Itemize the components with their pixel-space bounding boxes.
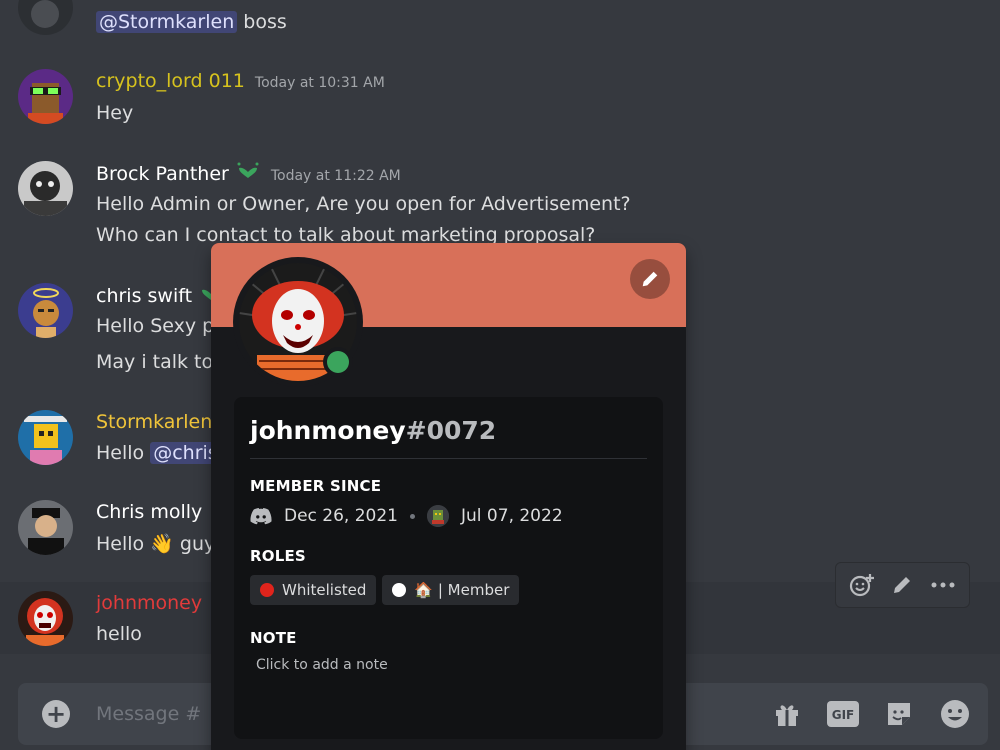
avatar[interactable] (18, 410, 73, 465)
message-text: Hello 👋 guy (96, 533, 216, 555)
username[interactable]: Brock Panther (96, 163, 229, 185)
profile-info-card: johnmoney#0072 MEMBER SINCE Dec 26, 2021… (234, 397, 663, 739)
role-color-dot (260, 583, 274, 597)
avatar[interactable] (18, 0, 73, 35)
user-mention[interactable]: @Stormkarlen (96, 11, 238, 33)
svg-text:GIF: GIF (832, 708, 855, 722)
avatar[interactable] (18, 69, 73, 124)
online-status-icon (323, 347, 353, 377)
separator-dot (410, 513, 416, 519)
member-since-row: Dec 26, 2021 Jul 07, 2022 (250, 505, 647, 527)
message-header: Chris molly (96, 501, 202, 523)
message-text: Hello Sexy p (96, 315, 215, 337)
username[interactable]: Chris molly (96, 501, 202, 523)
timestamp: Today at 11:22 AM (270, 168, 401, 184)
username[interactable]: johnmoney (96, 592, 202, 614)
role-pill[interactable]: Whitelisted (250, 575, 377, 605)
discord-logo-icon (250, 508, 272, 525)
plus-circle-icon[interactable]: + (42, 700, 70, 728)
role-pill[interactable]: 🏠 | Member (382, 575, 520, 605)
discriminator: #0072 (405, 416, 497, 445)
sticker-icon[interactable] (882, 697, 916, 731)
username[interactable]: Stormkarlen (96, 411, 212, 433)
divider (250, 458, 647, 459)
gift-icon[interactable] (770, 697, 804, 731)
message-header: johnmoney (96, 592, 202, 614)
username[interactable]: crypto_lord 011 (96, 70, 245, 92)
avatar[interactable] (18, 283, 73, 338)
message-text: hello (96, 623, 142, 645)
member-since-title: MEMBER SINCE (250, 477, 382, 495)
avatar[interactable] (18, 500, 73, 555)
avatar[interactable] (18, 161, 73, 216)
message-hover-toolbar (835, 562, 970, 608)
avatar[interactable] (18, 591, 73, 646)
message-input[interactable]: Message # (96, 703, 201, 725)
add-reaction-icon[interactable] (847, 570, 877, 600)
more-options-icon[interactable] (928, 570, 958, 600)
message-text: @Stormkarlen boss (96, 11, 287, 33)
wave-emoji-icon: 👋 (150, 533, 174, 555)
server-badge-icon (237, 162, 259, 178)
role-color-dot (392, 583, 407, 597)
discord-join-date: Dec 26, 2021 (284, 506, 399, 526)
gif-icon[interactable]: GIF (826, 697, 860, 731)
server-icon (427, 505, 450, 527)
message-text: Hello Admin or Owner, Are you open for A… (96, 193, 631, 215)
note-input[interactable]: Click to add a note (250, 657, 647, 673)
profile-username: johnmoney#0072 (250, 416, 497, 445)
server-join-date: Jul 07, 2022 (461, 506, 563, 526)
user-profile-popout: johnmoney#0072 MEMBER SINCE Dec 26, 2021… (211, 243, 686, 750)
username[interactable]: chris swift (96, 285, 192, 307)
message-header: chris swift (96, 284, 224, 307)
edit-message-icon[interactable] (887, 570, 917, 600)
emoji-icon[interactable] (938, 697, 972, 731)
note-title: NOTE (250, 629, 297, 647)
message-header: Brock Panther Today at 11:22 AM (96, 162, 401, 185)
message-text: May i talk to (96, 351, 214, 373)
pencil-icon[interactable] (630, 259, 670, 299)
timestamp: Today at 10:31 AM (254, 75, 385, 91)
message-header: crypto_lord 011 Today at 10:31 AM (96, 70, 385, 92)
roles-list: Whitelisted 🏠 | Member (250, 575, 647, 605)
message-text: Hello @chris (96, 442, 221, 464)
message-header: Stormkarlen (96, 411, 212, 433)
roles-title: ROLES (250, 547, 306, 565)
message-text: Hey (96, 102, 134, 124)
